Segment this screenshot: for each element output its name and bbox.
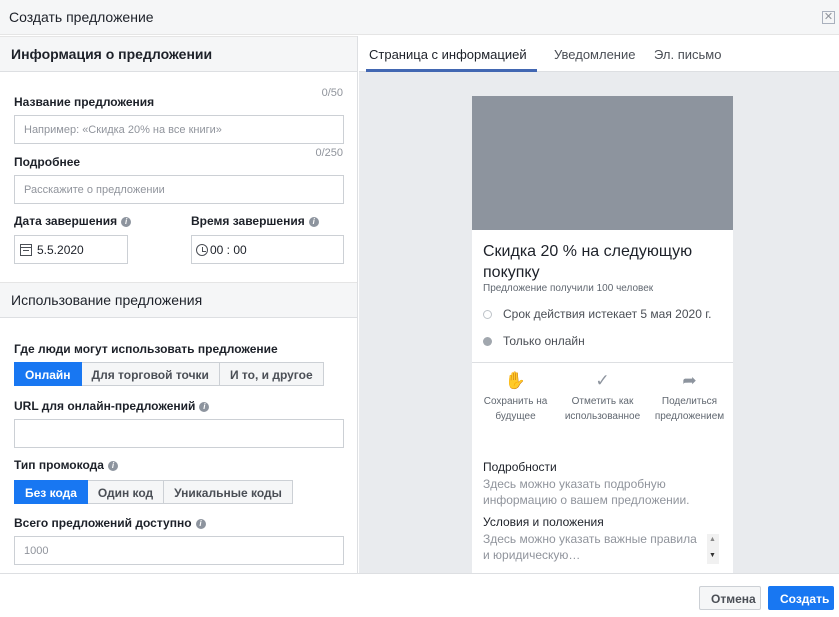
info-icon[interactable]: i (195, 519, 206, 529)
clock-icon (483, 310, 492, 319)
section-offer-usage: Использование предложения (0, 282, 357, 318)
name-char-counter: 0/50 (321, 87, 343, 99)
scroll-up-icon[interactable]: ▲ (709, 536, 716, 543)
hand-save-icon: ✋ (504, 371, 527, 390)
promo-option-unique-codes[interactable]: Уникальные коды (164, 480, 293, 504)
scroll-down-icon[interactable]: ▼ (709, 552, 716, 559)
offer-form-panel: Информация о предложении 0/50 Название п… (0, 36, 358, 573)
promo-option-single-code[interactable]: Один код (87, 480, 165, 504)
dialog-footer: Отмена Создать (0, 573, 839, 617)
dialog-titlebar: Создать предложение ✕ (0, 0, 839, 35)
promo-option-no-code[interactable]: Без кода (14, 480, 88, 504)
calendar-icon (20, 244, 32, 256)
end-date-input[interactable]: 5.5.2020 (14, 235, 128, 264)
save-for-later-button[interactable]: ✋ Сохранить на будущее (472, 372, 559, 424)
offer-title: Скидка 20 % на следующую покупку (483, 243, 693, 281)
url-label: URL для онлайн-предложений i (14, 399, 210, 413)
details-text: Здесь можно указать подробную информацию… (483, 477, 690, 507)
info-icon[interactable]: i (121, 217, 132, 227)
close-icon[interactable]: ✕ (822, 11, 835, 24)
info-icon[interactable]: i (308, 217, 319, 227)
details-input[interactable]: Расскажите о предложении (14, 175, 344, 204)
section-title: Информация о предложении (11, 46, 213, 62)
details-heading: Подробности (483, 460, 557, 474)
active-tab-indicator (366, 69, 537, 72)
section-title: Использование предложения (11, 292, 203, 308)
where-option-both[interactable]: И то, и другое (219, 362, 324, 386)
checkmark-icon: ✓ (595, 371, 610, 390)
cancel-button[interactable]: Отмена (699, 586, 761, 610)
globe-icon (483, 337, 492, 346)
section-offer-info: Информация о предложении (0, 36, 357, 72)
create-offer-dialog: Создать предложение ✕ Информация о предл… (0, 0, 839, 617)
dialog-title: Создать предложение (9, 9, 154, 25)
divider (472, 362, 733, 363)
details-label: Подробнее (14, 155, 81, 169)
total-offers-label: Всего предложений доступно i (14, 516, 206, 530)
info-icon[interactable]: i (107, 461, 118, 471)
where-label: Где люди могут использовать предложение (14, 342, 278, 356)
offer-online-row: Только онлайн (483, 334, 585, 348)
clock-icon (196, 244, 208, 256)
offer-expiry-row: Срок действия истекает 5 мая 2020 г. (483, 307, 711, 321)
preview-panel: Страница с информацией Уведомление Эл. п… (359, 36, 839, 573)
share-arrow-icon: ➦ (682, 371, 697, 390)
details-char-counter: 0/250 (315, 147, 343, 159)
offer-expiry: Срок действия истекает 5 мая 2020 г. (503, 307, 712, 321)
create-button[interactable]: Создать (768, 586, 834, 610)
where-option-online[interactable]: Онлайн (14, 362, 82, 386)
url-input[interactable] (14, 419, 344, 448)
info-icon[interactable]: i (199, 402, 210, 412)
promo-segmented-control: Без кода Один код Уникальные коды (14, 480, 293, 504)
terms-scrollbar[interactable]: ▲ ▼ (707, 534, 719, 564)
end-date-value: 5.5.2020 (37, 243, 84, 257)
offer-image-placeholder (472, 96, 733, 230)
where-option-store[interactable]: Для торговой точки (81, 362, 220, 386)
offer-preview-card: Скидка 20 % на следующую покупку Предлож… (472, 96, 733, 573)
tab-email[interactable]: Эл. письмо (654, 47, 721, 62)
preview-tabs: Страница с информацией Уведомление Эл. п… (359, 36, 839, 72)
end-time-value: 00 : 00 (210, 243, 247, 257)
offer-online-only: Только онлайн (503, 334, 585, 348)
where-segmented-control: Онлайн Для торговой точки И то, и другое (14, 362, 324, 386)
offer-claimed-count: Предложение получили 100 человек (483, 283, 654, 294)
share-offer-button[interactable]: ➦ Поделиться предложением (646, 372, 733, 424)
tab-info-page[interactable]: Страница с информацией (369, 47, 527, 62)
tab-notification[interactable]: Уведомление (554, 47, 635, 62)
offer-name-label: Название предложения (14, 95, 155, 109)
terms-heading: Условия и положения (483, 515, 604, 529)
total-offers-input[interactable]: 1000 (14, 536, 344, 565)
terms-text: Здесь можно указать важные правила и юри… (483, 532, 697, 562)
promo-type-label: Тип промокода i (14, 458, 118, 472)
mark-used-button[interactable]: ✓ Отметить как использованное (559, 372, 646, 424)
end-time-label: Время завершения i (191, 214, 319, 228)
offer-name-input[interactable]: Например: «Скидка 20% на все книги» (14, 115, 344, 144)
end-time-input[interactable]: 00 : 00 (191, 235, 344, 264)
end-date-label: Дата завершения i (14, 214, 132, 228)
